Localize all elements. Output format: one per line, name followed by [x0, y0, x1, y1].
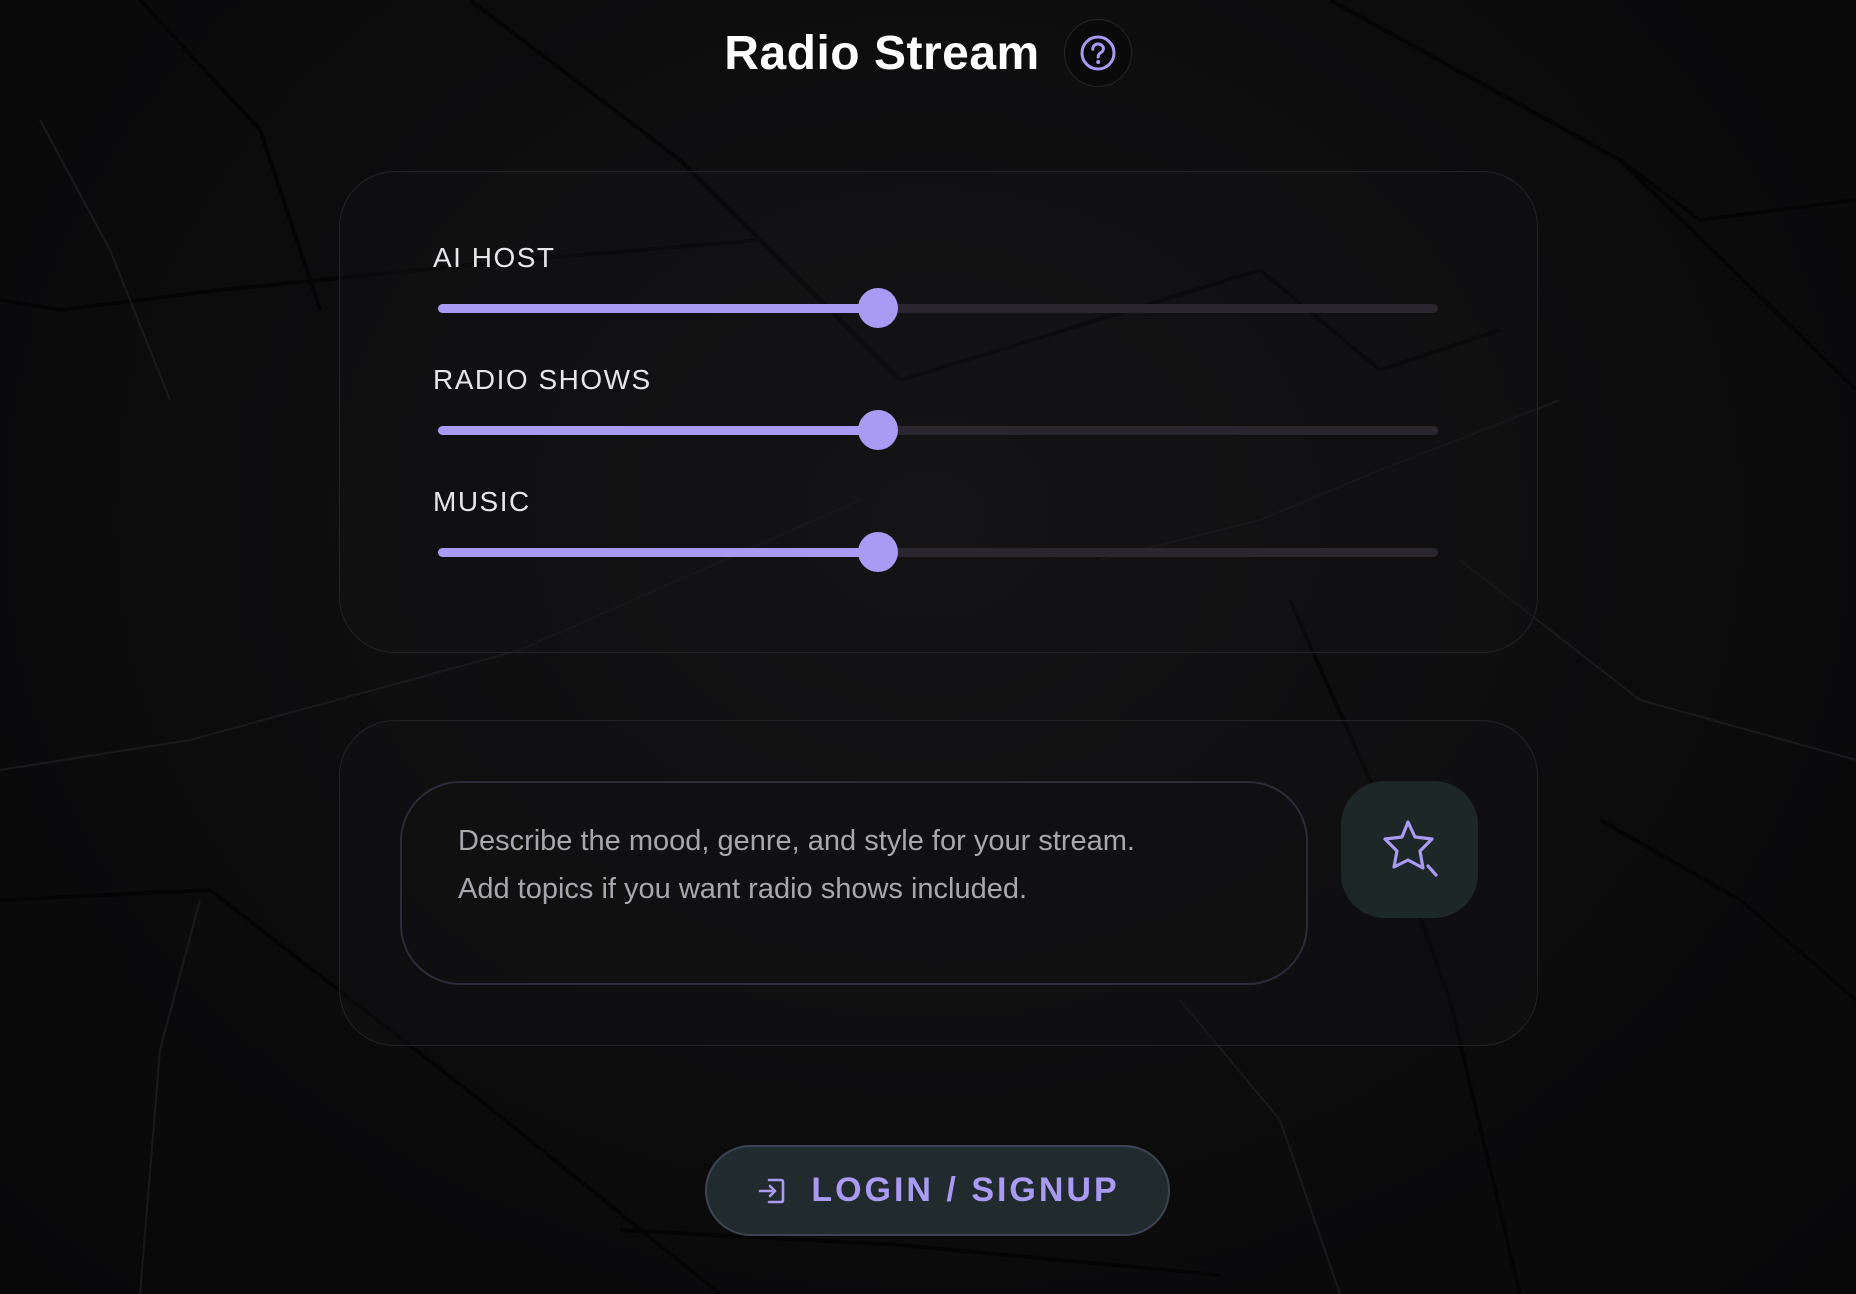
slider-ai-host: AI HOST: [340, 242, 1539, 352]
slider-label: MUSIC: [433, 486, 531, 517]
radio-shows-slider-thumb[interactable]: [858, 410, 898, 450]
slider-label: RADIO SHOWS: [433, 364, 652, 395]
stream-description-input[interactable]: [458, 817, 1250, 949]
ai-host-slider-fill: [438, 304, 878, 313]
music-slider-thumb[interactable]: [858, 532, 898, 572]
slider-label: AI HOST: [433, 242, 556, 273]
music-slider-track[interactable]: [438, 532, 1438, 572]
ai-host-slider-thumb[interactable]: [858, 288, 898, 328]
slider-radio-shows: RADIO SHOWS: [340, 364, 1539, 474]
login-signup-button[interactable]: LOGIN / SIGNUP: [705, 1145, 1170, 1236]
app-root: Radio Stream AI HOST RADIO SHOWS MUSIC D…: [0, 0, 1856, 1294]
slider-music: MUSIC: [340, 486, 1539, 596]
ai-host-slider-track[interactable]: [438, 288, 1438, 328]
login-signup-label: LOGIN / SIGNUP: [811, 1171, 1120, 1209]
sparkle-star-icon: [1382, 819, 1438, 877]
prompt-panel: [339, 720, 1538, 1046]
prompt-box: [400, 781, 1308, 985]
login-arrow-icon: [759, 1178, 785, 1203]
help-button[interactable]: [1063, 19, 1132, 87]
radio-shows-slider-fill: [438, 426, 878, 435]
mix-panel: AI HOST RADIO SHOWS MUSIC: [339, 171, 1538, 653]
generate-button[interactable]: [1341, 781, 1478, 918]
page-title: Radio Stream: [724, 26, 1040, 80]
header: Radio Stream: [0, 18, 1856, 88]
help-circle-icon: [1080, 35, 1116, 71]
music-slider-fill: [438, 548, 878, 557]
radio-shows-slider-track[interactable]: [438, 410, 1438, 450]
